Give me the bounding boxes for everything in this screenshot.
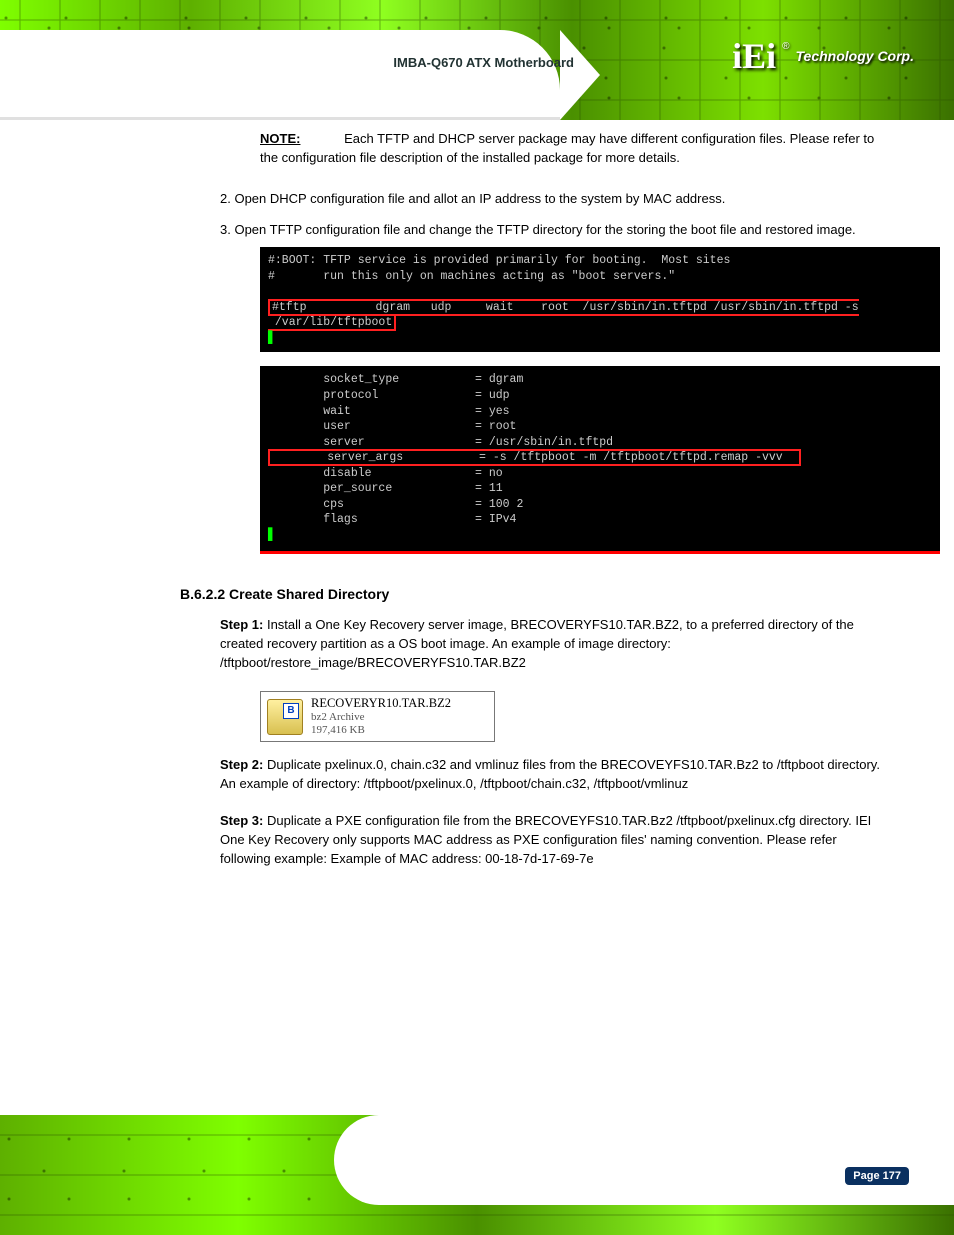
step-2-body: Duplicate pxelinux.0, chain.c32 and vmli… — [220, 757, 880, 791]
terminal-xinetd: socket_type = dgram protocol = udp wait … — [260, 366, 940, 554]
step-2-label: Step 2: — [220, 757, 267, 772]
logo-letters: iEi — [732, 35, 776, 77]
t2-line7: disable = no — [268, 467, 503, 480]
footer-decor — [0, 1115, 954, 1235]
section-heading: B.6.2.2 Create Shared Directory — [180, 584, 890, 604]
brand-logo: iEi ® Technology Corp. — [732, 35, 914, 77]
create-step-3: Step 3: Duplicate a PXE configuration fi… — [220, 812, 890, 869]
t1-line1: #:BOOT: TFTP service is provided primari… — [268, 254, 730, 267]
header-curve — [0, 30, 560, 120]
footer-curve — [334, 1115, 954, 1205]
step-2: 2. Open DHCP configuration file and allo… — [220, 190, 890, 209]
note-label: NOTE: — [260, 131, 300, 146]
step-3: 3. Open TFTP configuration file and chan… — [220, 221, 890, 240]
logo-tagline: Technology Corp. — [796, 48, 914, 64]
cursor-icon: ▋ — [268, 332, 275, 345]
t2-line8: per_source = 11 — [268, 482, 503, 495]
file-meta: RECOVERYR10.TAR.BZ2 bz2 Archive 197,416 … — [311, 696, 451, 737]
step-3-text: 3. Open TFTP configuration file and chan… — [220, 222, 856, 237]
product-title: IMBA-Q670 ATX Motherboard — [393, 55, 574, 70]
step-3-label: Step 3: — [220, 813, 267, 828]
t2-line3: wait = yes — [268, 405, 510, 418]
logo-reg: ® — [782, 41, 789, 52]
t2-line2: protocol = udp — [268, 389, 510, 402]
step-1-label: Step 1: — [220, 617, 267, 632]
t2-line4: user = root — [268, 420, 516, 433]
t2-highlight: server_args = -s /tftpboot -m /tftpboot/… — [268, 449, 801, 466]
create-step-1: Step 1: Install a One Key Recovery serve… — [220, 616, 890, 673]
page-number: Page 177 — [845, 1167, 909, 1185]
note-block: NOTE: Each TFTP and DHCP server package … — [260, 130, 890, 168]
t1-highlight: #tftp dgram udp wait root /usr/sbin/in.t… — [268, 299, 859, 332]
file-type: bz2 Archive — [311, 711, 451, 724]
create-step-2: Step 2: Duplicate pxelinux.0, chain.c32 … — [220, 756, 890, 794]
t2-line5: server = /usr/sbin/in.tftpd — [268, 436, 613, 449]
t2-line1: socket_type = dgram — [268, 373, 523, 386]
t2-line9: cps = 100 2 — [268, 498, 523, 511]
t1-line2: # run this only on machines acting as "b… — [268, 270, 675, 283]
step-2-text: 2. Open DHCP configuration file and allo… — [220, 191, 725, 206]
terminal-inetd: #:BOOT: TFTP service is provided primari… — [260, 247, 940, 352]
note-body: Each TFTP and DHCP server package may ha… — [260, 131, 874, 165]
file-card: RECOVERYR10.TAR.BZ2 bz2 Archive 197,416 … — [260, 691, 495, 742]
step-1-body: Install a One Key Recovery server image,… — [220, 617, 854, 670]
file-name: RECOVERYR10.TAR.BZ2 — [311, 696, 451, 711]
file-size: 197,416 KB — [311, 724, 451, 737]
step-3-body: Duplicate a PXE configuration file from … — [220, 813, 871, 866]
page-content: NOTE: Each TFTP and DHCP server package … — [110, 130, 890, 887]
archive-icon — [267, 699, 303, 735]
t2-line10: flags = IPv4 — [268, 513, 516, 526]
cursor-icon: ▋ — [268, 529, 275, 542]
